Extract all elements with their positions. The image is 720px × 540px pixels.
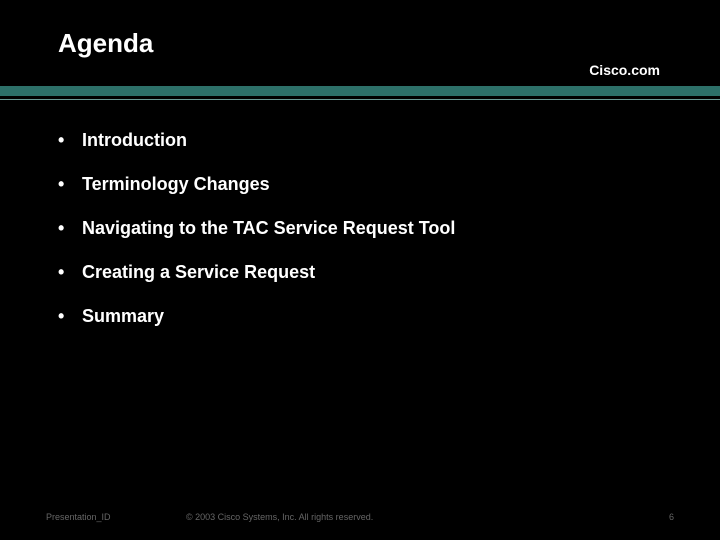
list-item: Creating a Service Request — [58, 262, 662, 283]
list-item: Terminology Changes — [58, 174, 662, 195]
copyright-text: © 2003 Cisco Systems, Inc. All rights re… — [186, 512, 373, 522]
presentation-id: Presentation_ID — [46, 512, 111, 522]
bullet-list: Introduction Terminology Changes Navigat… — [58, 130, 662, 327]
header-divider — [0, 86, 720, 100]
list-item: Introduction — [58, 130, 662, 151]
thin-line — [0, 99, 720, 100]
slide-footer: Presentation_ID © 2003 Cisco Systems, In… — [46, 512, 674, 522]
page-number: 6 — [669, 512, 674, 522]
slide-header: Agenda — [0, 0, 720, 59]
slide-title: Agenda — [58, 28, 720, 59]
list-item: Navigating to the TAC Service Request To… — [58, 218, 662, 239]
slide-content: Introduction Terminology Changes Navigat… — [58, 130, 662, 350]
list-item: Summary — [58, 306, 662, 327]
teal-bar — [0, 86, 720, 96]
brand-label: Cisco.com — [589, 62, 660, 78]
